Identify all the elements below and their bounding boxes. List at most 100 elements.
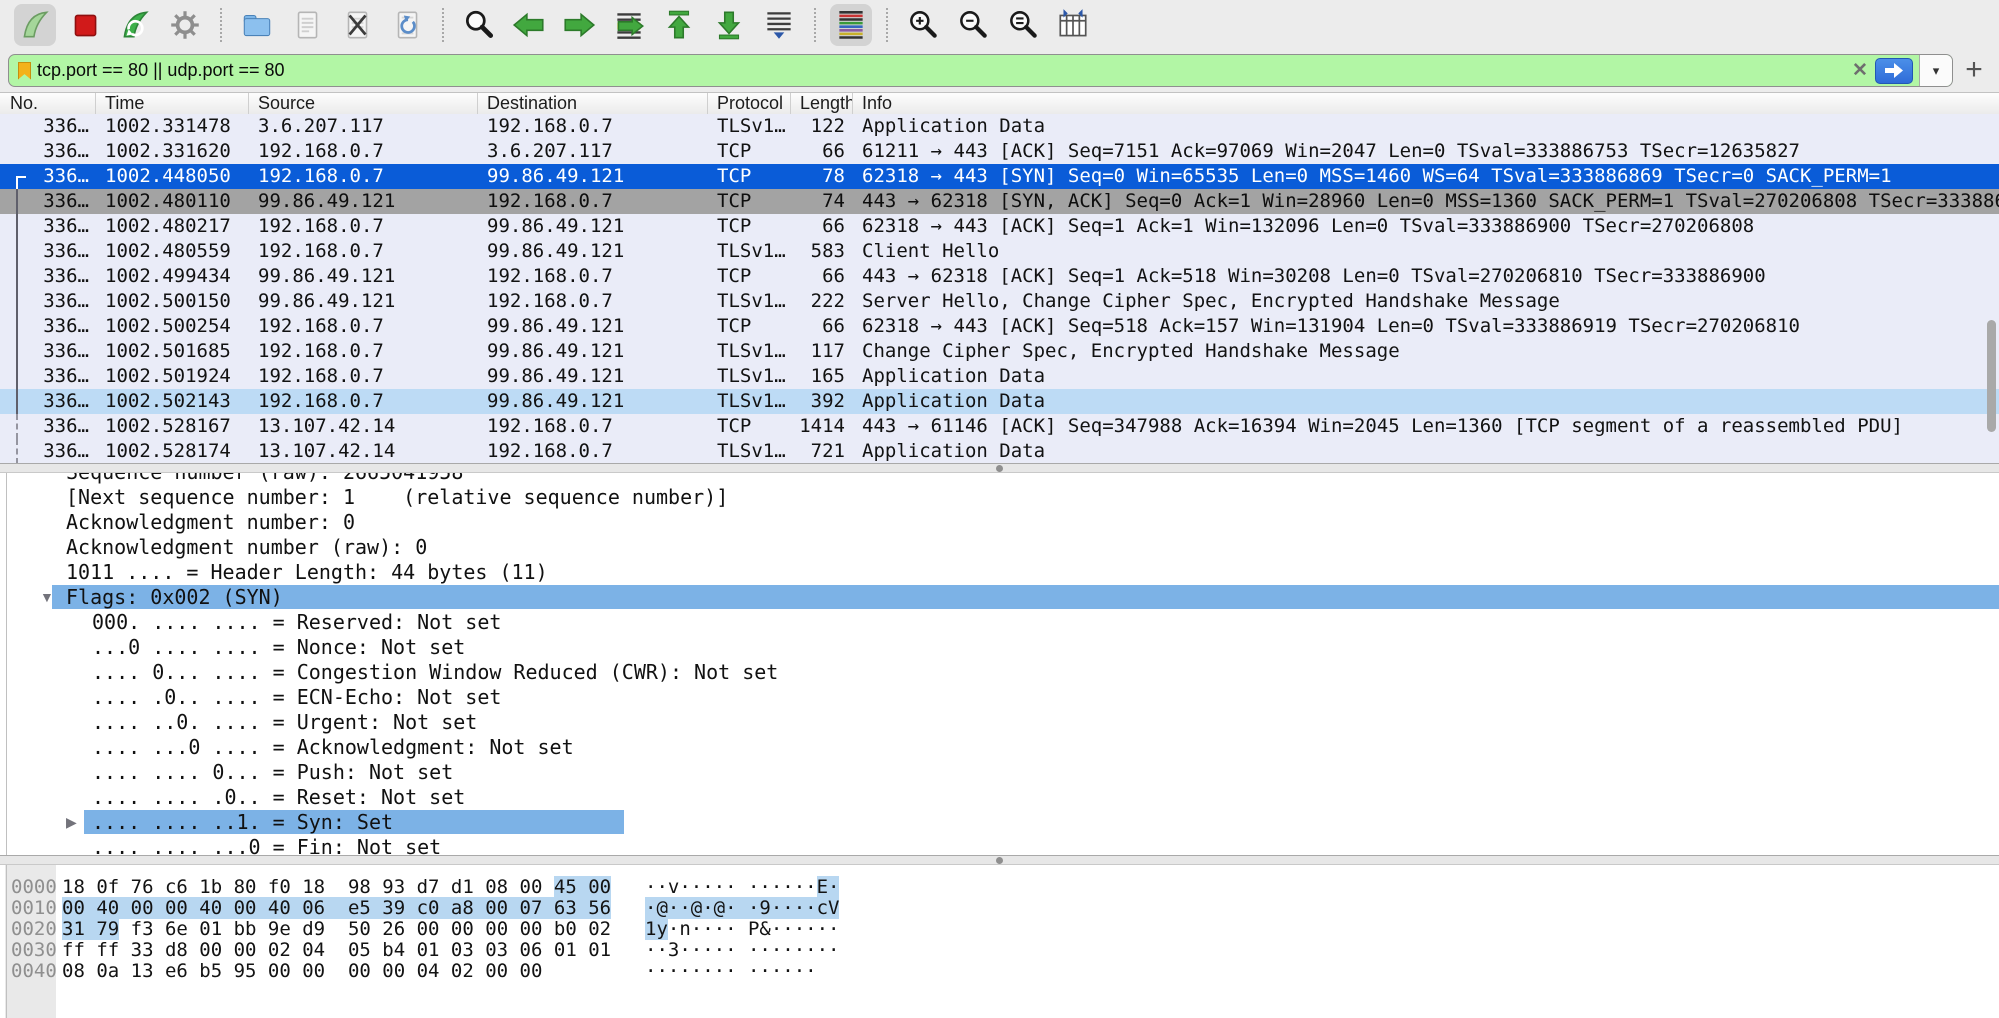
start-capture-button[interactable] <box>14 4 56 46</box>
column-header-length[interactable]: Length <box>791 93 853 114</box>
packet-list-scrollbar-thumb[interactable] <box>1987 320 1996 432</box>
detail-line[interactable]: ▼ Flags: 0x002 (SYN) <box>0 585 1999 610</box>
packet-row[interactable]: 336…1002.48011099.86.49.121192.168.0.7TC… <box>0 189 1999 214</box>
column-header-time[interactable]: Time <box>96 93 249 114</box>
bytes-text: ff ff 33 d8 00 00 02 04 05 b4 01 03 03 0… <box>62 939 611 961</box>
cell-no: 336… <box>0 214 96 239</box>
detail-line[interactable]: Sequence number (raw): 2665041958 <box>0 473 1999 485</box>
packet-row[interactable]: 336…1002.501685192.168.0.799.86.49.121TL… <box>0 339 1999 364</box>
go-to-top-icon <box>661 7 697 43</box>
packet-row[interactable]: 336…1002.502143192.168.0.799.86.49.121TL… <box>0 389 1999 414</box>
cell-length: 78 <box>791 164 853 189</box>
go-forward-button[interactable] <box>558 4 600 46</box>
cell-info: 62318 → 443 [ACK] Seq=518 Ack=157 Win=13… <box>853 314 1999 339</box>
restart-capture-button[interactable] <box>114 4 156 46</box>
cell-info: 443 → 61146 [ACK] Seq=347988 Ack=16394 W… <box>853 414 1999 439</box>
zoom-reset-button[interactable] <box>1002 4 1044 46</box>
packet-row[interactable]: 336…1002.50015099.86.49.121192.168.0.7TL… <box>0 289 1999 314</box>
cell-source: 99.86.49.121 <box>249 289 478 314</box>
go-back-button[interactable] <box>508 4 550 46</box>
packet-row[interactable]: 336…1002.331620192.168.0.73.6.207.117TCP… <box>0 139 1999 164</box>
go-to-bottom-button[interactable] <box>708 4 750 46</box>
detail-line[interactable]: ...0 .... .... = Nonce: Not set <box>0 635 1999 660</box>
packet-row[interactable]: 336…1002.501924192.168.0.799.86.49.121TL… <box>0 364 1999 389</box>
save-file-button[interactable] <box>286 4 328 46</box>
display-filter-input[interactable]: tcp.port == 80 || udp.port == 80 ✕ ▾ <box>8 54 1953 87</box>
pane-splitter-bottom[interactable] <box>0 855 1999 865</box>
filter-expression[interactable]: tcp.port == 80 || udp.port == 80 <box>37 60 1845 81</box>
auto-scroll-button[interactable] <box>758 4 800 46</box>
conversation-marker-icon <box>16 364 18 389</box>
go-to-packet-button[interactable] <box>608 4 650 46</box>
expander-closed-icon[interactable]: ▶ <box>66 810 77 835</box>
packet-row[interactable]: 336…1002.500254192.168.0.799.86.49.121TC… <box>0 314 1999 339</box>
packet-row[interactable]: 336…1002.52816713.107.42.14192.168.0.7TC… <box>0 414 1999 439</box>
selected-bytes: 31 79 <box>62 918 119 940</box>
hex-row[interactable]: 002031 79 f3 6e 01 bb 9e d9 50 26 00 00 … <box>0 919 1999 940</box>
detail-line[interactable]: .... .0.. .... = ECN-Echo: Not set <box>0 685 1999 710</box>
colorize-button[interactable] <box>830 4 872 46</box>
cell-no: 336… <box>0 389 96 414</box>
detail-line[interactable]: [Next sequence number: 1 (relative seque… <box>0 485 1999 510</box>
pane-splitter-top[interactable] <box>0 463 1999 473</box>
filter-bookmark-icon[interactable] <box>18 62 31 80</box>
cell-no: 336… <box>0 364 96 389</box>
column-header-no[interactable]: No. <box>0 93 96 114</box>
resize-columns-button[interactable] <box>1052 4 1094 46</box>
filter-dropdown-chevron[interactable]: ▾ <box>1919 55 1952 86</box>
packet-row[interactable]: 336…1002.49943499.86.49.121192.168.0.7TC… <box>0 264 1999 289</box>
stop-capture-icon <box>67 7 103 43</box>
start-capture-icon <box>17 7 53 43</box>
detail-line[interactable]: .... .... 0... = Push: Not set <box>0 760 1999 785</box>
capture-options-button[interactable] <box>164 4 206 46</box>
conversation-marker-icon <box>16 339 18 364</box>
hex-row[interactable]: 004008 0a 13 e6 b5 95 00 00 00 00 04 02 … <box>0 961 1999 982</box>
column-header-destination[interactable]: Destination <box>478 93 708 114</box>
bytes-text: ··3····· ········ <box>645 939 839 961</box>
detail-line[interactable]: .... .... ...0 = Fin: Not set <box>0 835 1999 855</box>
packet-row[interactable]: 336…1002.52817413.107.42.14192.168.0.7TL… <box>0 439 1999 464</box>
selected-bytes: ·@··@·@· ·9····cV <box>645 897 839 919</box>
reload-file-button[interactable] <box>386 4 428 46</box>
bytes-text: f3 6e 01 bb 9e d9 50 26 00 00 00 00 b0 0… <box>119 918 611 940</box>
filter-add-button[interactable]: + <box>1961 53 1987 87</box>
cell-info: 443 → 62318 [ACK] Seq=1 Ack=518 Win=3020… <box>853 264 1999 289</box>
detail-line[interactable]: 000. .... .... = Reserved: Not set <box>0 610 1999 635</box>
detail-line[interactable]: .... ...0 .... = Acknowledgment: Not set <box>0 735 1999 760</box>
detail-line[interactable]: 1011 .... = Header Length: 44 bytes (11) <box>0 560 1999 585</box>
zoom-in-button[interactable] <box>902 4 944 46</box>
zoom-out-button[interactable] <box>952 4 994 46</box>
expander-open-icon[interactable]: ▼ <box>40 585 54 610</box>
stop-capture-button[interactable] <box>64 4 106 46</box>
detail-text: Flags: 0x002 (SYN) <box>66 585 283 609</box>
cell-info: Application Data <box>853 114 1999 139</box>
selected-bytes: E· <box>817 876 840 898</box>
close-file-button[interactable] <box>336 4 378 46</box>
filter-clear-icon[interactable]: ✕ <box>1845 59 1875 82</box>
hex-row[interactable]: 0030ff ff 33 d8 00 00 02 04 05 b4 01 03 … <box>0 940 1999 961</box>
column-header-info[interactable]: Info <box>853 93 1999 114</box>
detail-line[interactable]: Acknowledgment number: 0 <box>0 510 1999 535</box>
filter-apply-button[interactable] <box>1875 58 1913 84</box>
detail-line[interactable]: ▶.... .... ..1. = Syn: Set <box>0 810 1999 835</box>
packet-row[interactable]: 336…1002.480217192.168.0.799.86.49.121TC… <box>0 214 1999 239</box>
packet-row[interactable]: 336…1002.480559192.168.0.799.86.49.121TL… <box>0 239 1999 264</box>
hex-bytes: ff ff 33 d8 00 00 02 04 05 b4 01 03 03 0… <box>62 940 611 961</box>
cell-time: 1002.331478 <box>96 114 249 139</box>
packet-row[interactable]: 336…1002.448050192.168.0.799.86.49.121TC… <box>0 164 1999 189</box>
packet-row[interactable]: 336…1002.3314783.6.207.117192.168.0.7TLS… <box>0 114 1999 139</box>
detail-line[interactable]: Acknowledgment number (raw): 0 <box>0 535 1999 560</box>
find-packet-button[interactable] <box>458 4 500 46</box>
column-header-source[interactable]: Source <box>249 93 478 114</box>
go-to-top-button[interactable] <box>658 4 700 46</box>
hex-row[interactable]: 000018 0f 76 c6 1b 80 f0 18 98 93 d7 d1 … <box>0 877 1999 898</box>
detail-line[interactable]: .... .... .0.. = Reset: Not set <box>0 785 1999 810</box>
hex-row[interactable]: 001000 40 00 00 40 00 40 06 e5 39 c0 a8 … <box>0 898 1999 919</box>
conversation-marker-icon <box>16 264 18 289</box>
detail-line[interactable]: .... 0... .... = Congestion Window Reduc… <box>0 660 1999 685</box>
detail-line[interactable]: .... ..0. .... = Urgent: Not set <box>0 710 1999 735</box>
column-header-protocol[interactable]: Protocol <box>708 93 791 114</box>
colorize-icon <box>833 7 869 43</box>
cell-length: 66 <box>791 139 853 164</box>
open-file-button[interactable] <box>236 4 278 46</box>
